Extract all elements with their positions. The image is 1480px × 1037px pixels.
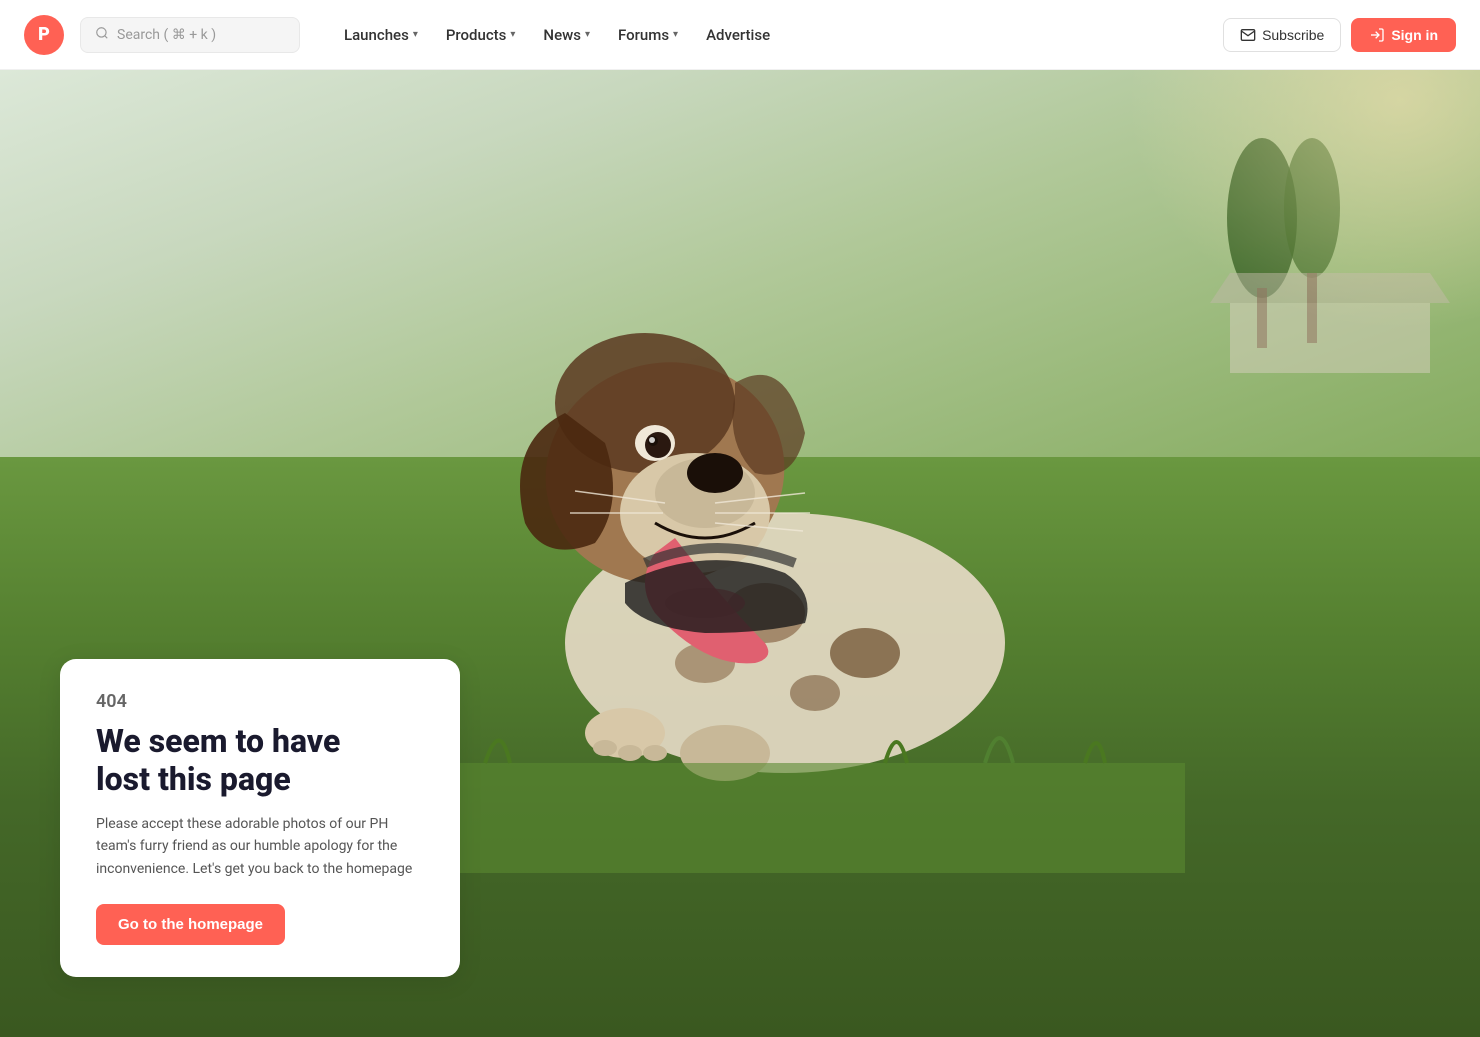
navbar: P Search ( ⌘ + k ) Launches ▾ Products ▾…: [0, 0, 1480, 70]
error-code: 404: [96, 691, 424, 712]
search-bar[interactable]: Search ( ⌘ + k ): [80, 17, 300, 53]
nav-advertise-label: Advertise: [706, 26, 770, 44]
subscribe-icon: [1240, 27, 1256, 43]
signin-icon: [1369, 27, 1385, 43]
nav-right: Subscribe Sign in: [1223, 18, 1456, 52]
nav-forums-label: Forums: [618, 26, 669, 44]
logo[interactable]: P: [24, 15, 64, 55]
nav-news-label: News: [543, 26, 581, 44]
nav-item-advertise[interactable]: Advertise: [694, 18, 782, 52]
nav-items: Launches ▾ Products ▾ News ▾ Forums ▾ Ad…: [332, 18, 1207, 52]
logo-letter: P: [38, 24, 50, 45]
error-card: 404 We seem to have lost this page Pleas…: [60, 659, 460, 977]
search-icon: [95, 26, 109, 44]
signin-label: Sign in: [1391, 27, 1438, 43]
nav-launches-label: Launches: [344, 26, 409, 44]
hero-area: 404 We seem to have lost this page Pleas…: [0, 70, 1480, 1037]
chevron-down-icon: ▾: [413, 29, 418, 40]
error-title: We seem to have lost this page: [96, 722, 424, 799]
signin-button[interactable]: Sign in: [1351, 18, 1456, 52]
nav-item-news[interactable]: News ▾: [531, 18, 602, 52]
logo-icon: P: [24, 15, 64, 55]
sun-glow: [1080, 70, 1480, 370]
nav-item-products[interactable]: Products ▾: [434, 18, 528, 52]
search-placeholder-text: Search ( ⌘ + k ): [117, 27, 216, 43]
subscribe-label: Subscribe: [1262, 27, 1324, 43]
nav-item-launches[interactable]: Launches ▾: [332, 18, 430, 52]
go-to-homepage-button[interactable]: Go to the homepage: [96, 904, 285, 945]
chevron-down-icon: ▾: [585, 29, 590, 40]
chevron-down-icon: ▾: [673, 29, 678, 40]
nav-item-forums[interactable]: Forums ▾: [606, 18, 690, 52]
error-description: Please accept these adorable photos of o…: [96, 813, 424, 880]
nav-products-label: Products: [446, 26, 507, 44]
chevron-down-icon: ▾: [510, 29, 515, 40]
error-title-line2: lost this page: [96, 760, 291, 798]
error-title-line1: We seem to have: [96, 722, 340, 760]
subscribe-button[interactable]: Subscribe: [1223, 18, 1341, 52]
